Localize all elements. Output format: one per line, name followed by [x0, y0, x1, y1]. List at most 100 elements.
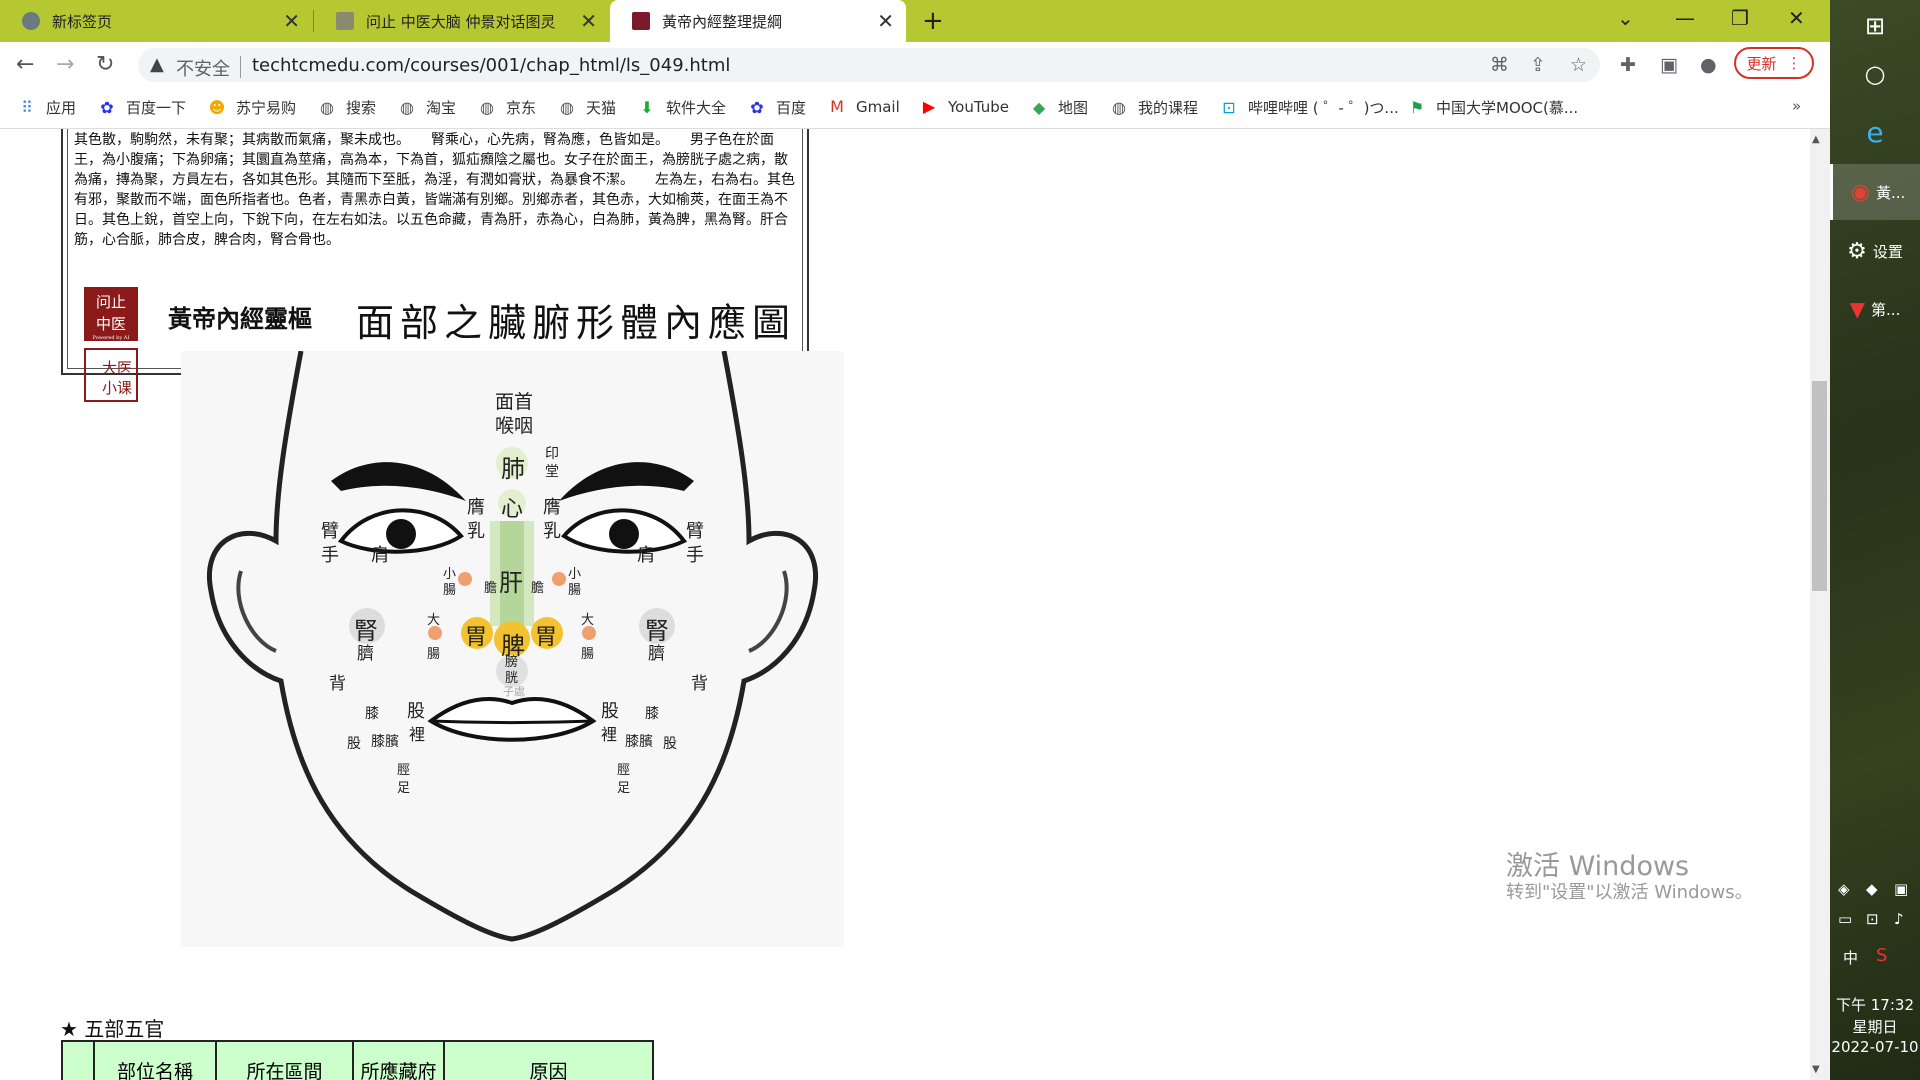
wenzhi-logo: 问止 中医 Powered by AI: [84, 287, 138, 341]
bookmark-baidu-search[interactable]: ✿ 百度一下: [98, 97, 186, 118]
bookmark-youtube[interactable]: ▶ YouTube: [920, 97, 1009, 116]
label-yintang-2: 堂: [545, 464, 559, 480]
tray-app-icon[interactable]: ◈: [1838, 880, 1850, 898]
baidu-paw-icon: ✿: [750, 98, 764, 117]
scrollbar-thumb[interactable]: [1812, 381, 1827, 591]
label-yintang-1: 印: [545, 446, 559, 462]
label-heart: 心: [501, 497, 524, 522]
network-icon[interactable]: ⊡: [1866, 910, 1879, 928]
profile-avatar-icon[interactable]: ●: [1700, 54, 1717, 76]
tray-shield-icon[interactable]: ◆: [1866, 880, 1878, 898]
label-arm-left: 臂: [321, 521, 339, 542]
bookmark-my-courses[interactable]: ◍ 我的课程: [1110, 97, 1198, 118]
bookmark-gmail[interactable]: M Gmail: [828, 97, 900, 116]
windows-start-icon[interactable]: ⊞: [1830, 6, 1920, 46]
bookmark-apps[interactable]: ⠿ 应用: [18, 97, 76, 118]
sogou-icon[interactable]: S: [1876, 945, 1887, 966]
translate-icon[interactable]: ⌘: [1490, 54, 1509, 76]
activation-watermark-subtitle: 转到"设置"以激活 Windows。: [1506, 882, 1753, 903]
tray-nvidia-icon[interactable]: ▣: [1894, 880, 1908, 898]
clock-time[interactable]: 下午 17:32: [1830, 994, 1920, 1015]
ie-icon[interactable]: e: [1830, 108, 1920, 156]
label-arm-right: 臂: [686, 521, 704, 542]
bookmark-maps[interactable]: ◆ 地图: [1030, 97, 1088, 118]
figure-series: 黃帝內經靈樞: [168, 305, 312, 333]
label-back-right: 背: [691, 674, 708, 694]
apps-grid-icon: ⠿: [21, 98, 33, 117]
large-intestine-dot-left: [428, 626, 442, 640]
table-header: 所在區間: [215, 1040, 354, 1080]
update-button[interactable]: 更新 ⋮: [1734, 47, 1814, 79]
right-pupil: [609, 519, 639, 549]
bookmark-bilibili[interactable]: ⊡ 哔哩哔哩 ( ゜- ゜)つ...: [1220, 97, 1398, 118]
bookmarks-overflow-icon[interactable]: »: [1792, 97, 1801, 115]
globe-icon: ◍: [320, 98, 334, 117]
extensions-puzzle-icon[interactable]: ✚: [1620, 54, 1636, 76]
bookmark-tmall[interactable]: ◍ 天猫: [558, 97, 616, 118]
bookmark-search[interactable]: ◍ 搜索: [318, 97, 376, 118]
label-breast-left-1: 膺: [467, 497, 485, 518]
tab-search-chevron-icon[interactable]: ⌄: [1617, 6, 1634, 30]
label-thigh2-left: 股: [347, 736, 361, 752]
cortana-circle-icon[interactable]: ○: [1830, 54, 1920, 94]
left-pupil: [386, 519, 416, 549]
warning-triangle-icon[interactable]: ▲: [150, 54, 164, 75]
clock-date[interactable]: 2022-07-10: [1830, 1038, 1920, 1056]
chrome-icon: ◉: [1850, 179, 1870, 205]
app-icon: ▼: [1849, 297, 1866, 321]
back-arrow-icon[interactable]: ←: [16, 52, 34, 77]
label-shin-left: 脛: [397, 763, 411, 778]
site-favicon-icon: [336, 12, 354, 30]
close-icon[interactable]: ✕: [877, 9, 894, 33]
bookmark-jd[interactable]: ◍ 京东: [478, 97, 536, 118]
table-header: [61, 1040, 95, 1080]
scroll-down-arrow-icon[interactable]: ▼: [1812, 1064, 1820, 1075]
page-content: 其色散，駒駒然，未有聚；其病散而氣痛，聚未成也。 腎乘心，心先病，腎為應，色皆如…: [0, 129, 1810, 1080]
taskbar-chrome[interactable]: ◉ 黃...: [1830, 164, 1920, 220]
forward-arrow-icon[interactable]: →: [56, 52, 74, 77]
side-panel-icon[interactable]: ▣: [1660, 54, 1678, 76]
taskbar-app[interactable]: ▼ 第...: [1830, 284, 1920, 334]
volume-icon[interactable]: ♪: [1894, 910, 1904, 928]
right-eyebrow: [559, 462, 694, 501]
label-thigh-left: 股: [407, 701, 425, 722]
scroll-up-arrow-icon[interactable]: ▲: [1812, 134, 1820, 145]
tab-huangdi[interactable]: 黃帝內經整理提綱 ✕: [610, 0, 906, 42]
label-large-intestine-left-2: 腸: [427, 647, 441, 662]
bookmark-software[interactable]: ⬇ 软件大全: [638, 97, 726, 118]
close-icon[interactable]: ✕: [580, 9, 597, 33]
label-knee-left: 膝: [365, 706, 379, 722]
label-liver: 肝: [499, 569, 523, 597]
bookmark-suning[interactable]: ☻ 苏宁易购: [208, 97, 296, 118]
label-shin-right: 脛: [617, 763, 631, 778]
label-shoulder-right: 肩: [637, 545, 655, 566]
taskbar-settings[interactable]: ⚙ 设置: [1830, 226, 1920, 276]
scrollbar-track[interactable]: [1810, 129, 1830, 1080]
maps-icon: ◆: [1032, 98, 1046, 117]
mouth: [427, 696, 597, 742]
insecure-label[interactable]: 不安全: [176, 55, 230, 81]
bookmark-baidu[interactable]: ✿ 百度: [748, 97, 806, 118]
url-text[interactable]: techtcmedu.com/courses/001/chap_html/ls_…: [252, 55, 730, 76]
tab-zhongyi[interactable]: 问止 中医大脑 仲景对话图灵 ✕: [314, 0, 609, 42]
bookmark-taobao[interactable]: ◍ 淘宝: [398, 97, 456, 118]
share-icon[interactable]: ⇪: [1530, 54, 1546, 76]
bookmark-mooc[interactable]: ⚑ 中国大学MOOC(慕...: [1408, 97, 1578, 118]
close-icon[interactable]: ✕: [283, 9, 300, 33]
label-large-intestine-left-1: 大: [427, 613, 441, 628]
reload-icon[interactable]: ↻: [96, 52, 114, 77]
tab-title: 黃帝內經整理提綱: [662, 12, 783, 31]
minimize-button[interactable]: —: [1675, 6, 1695, 30]
large-intestine-dot-right: [582, 626, 596, 640]
close-window-button[interactable]: ✕: [1788, 6, 1805, 30]
tab-new-tab[interactable]: 新标签页 ✕: [0, 0, 312, 42]
label-zichu-2: 處: [514, 685, 525, 698]
clock-weekday[interactable]: 星期日: [1830, 1016, 1920, 1037]
new-tab-button[interactable]: +: [922, 6, 944, 36]
label-stomach-right: 胃: [535, 625, 558, 650]
star-icon[interactable]: ☆: [1570, 54, 1587, 76]
label-face-head: 面首: [495, 391, 534, 413]
battery-icon[interactable]: ▭: [1838, 910, 1852, 928]
restore-button[interactable]: ❐: [1731, 6, 1749, 30]
ime-indicator[interactable]: 中: [1843, 947, 1858, 968]
